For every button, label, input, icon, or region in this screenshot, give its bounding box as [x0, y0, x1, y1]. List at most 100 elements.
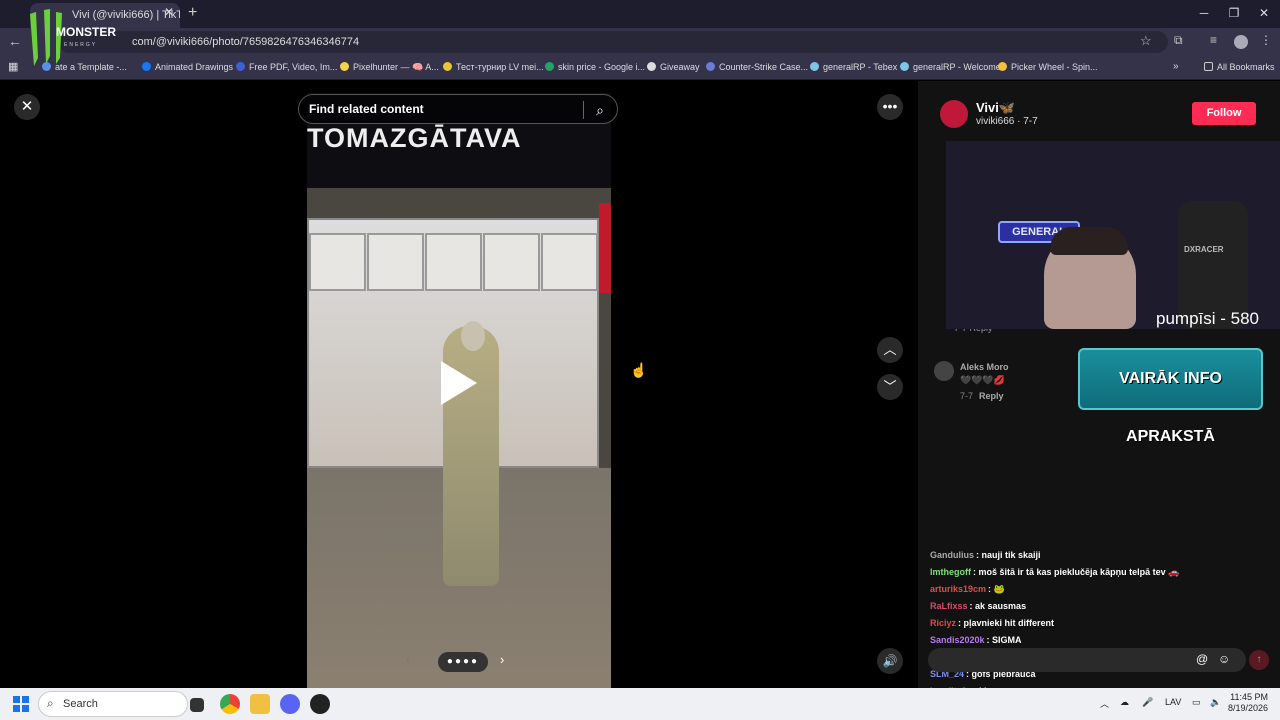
- mention-icon[interactable]: @: [1196, 652, 1208, 666]
- close-viewer-button[interactable]: ✕: [14, 94, 40, 120]
- bookmark-item[interactable]: generalRP - Tebex: [810, 62, 897, 72]
- all-bookmarks-link[interactable]: All Bookmarks: [1204, 62, 1275, 72]
- creator-name[interactable]: Vivi🦋: [976, 100, 1015, 116]
- clock-time: 11:45 PM: [1230, 692, 1268, 702]
- restore-icon[interactable]: ❐: [1224, 6, 1244, 20]
- system-clock[interactable]: 11:45 PM 8/19/2026: [1228, 692, 1268, 714]
- carousel-prev-icon[interactable]: ‹: [406, 652, 410, 667]
- bookmark-item[interactable]: Giveaway: [647, 62, 700, 72]
- chat-message: arturiks19cm: 🐸: [930, 584, 1005, 595]
- commenter-avatar[interactable]: [934, 361, 954, 381]
- bookmark-label: Free PDF, Video, Im...: [249, 62, 338, 72]
- bookmark-label: skin price - Google i...: [558, 62, 646, 72]
- pdf-icon: [236, 62, 245, 71]
- commenter-name[interactable]: Aleks Moro: [960, 362, 1009, 372]
- chrome-icon[interactable]: [220, 694, 240, 714]
- taskbar-search-label: Search: [63, 698, 98, 710]
- media-controls-icon[interactable]: ≡: [1210, 33, 1217, 47]
- chevron-down-icon[interactable]: ﹀: [877, 374, 903, 400]
- menu-kebab-icon[interactable]: ⋮: [1260, 33, 1272, 47]
- pixelhunter-icon: [340, 62, 349, 71]
- taskbar-search[interactable]: ⌕ Search: [38, 691, 188, 717]
- bookmark-item[interactable]: Picker Wheel - Spin...: [998, 62, 1098, 72]
- chair-brand: DXRACER: [1184, 245, 1224, 254]
- minimize-icon[interactable]: ─: [1194, 6, 1214, 20]
- bookmark-label: Picker Wheel - Spin...: [1011, 62, 1098, 72]
- volume-tray-icon[interactable]: 🔈: [1210, 697, 1221, 708]
- chat-username: RaLfixss: [930, 601, 968, 611]
- chat-message: lmthegoff: moš šitā ir tā kas pieklučēja…: [930, 567, 1179, 578]
- window-close-icon[interactable]: ✕: [1254, 6, 1274, 20]
- discord-icon[interactable]: [280, 694, 300, 714]
- bookmarks-overflow-icon[interactable]: »: [1173, 61, 1179, 72]
- cs-icon: [706, 62, 715, 71]
- extensions-icon[interactable]: ⧉: [1174, 33, 1183, 48]
- obs-icon[interactable]: [310, 694, 330, 714]
- photo-window-pane: [541, 233, 598, 291]
- tab-close-icon[interactable]: ✕: [164, 5, 174, 19]
- follow-button[interactable]: Follow: [1192, 102, 1256, 125]
- related-search-input[interactable]: [309, 102, 569, 116]
- play-icon[interactable]: [441, 361, 477, 405]
- comment-text: 🖤🖤🖤💋: [960, 375, 1005, 385]
- send-comment-icon[interactable]: ↑: [1249, 650, 1269, 670]
- new-tab-icon[interactable]: +: [188, 4, 197, 22]
- address-bar[interactable]: com/@viviki666/photo/7659826476346346774: [58, 31, 1168, 53]
- photo-person-head: [461, 321, 485, 351]
- bookmarks-bar: ▦ » All Bookmarks ate a Template -... Ani…: [0, 56, 1280, 80]
- giveaway-icon: [647, 62, 656, 71]
- photo-sign-text: TOMAZGĀTAVA: [307, 123, 522, 153]
- apps-grid-icon[interactable]: ▦: [8, 60, 18, 73]
- back-icon[interactable]: ←: [8, 33, 22, 49]
- volume-icon[interactable]: 🔊: [877, 648, 903, 674]
- carousel-next-icon[interactable]: ›: [500, 652, 504, 667]
- photo-window-pane: [309, 233, 366, 291]
- comment-input[interactable]: [938, 654, 1178, 664]
- bookmark-item[interactable]: generalRP - Welcome: [900, 62, 1001, 72]
- bookmark-item[interactable]: Counter-Strike Case...: [706, 62, 808, 72]
- wheel-icon: [998, 62, 1007, 71]
- bookmark-item[interactable]: skin price - Google i...: [545, 62, 645, 72]
- bookmark-label: generalRP - Tebex: [823, 62, 898, 72]
- bookmark-item[interactable]: Free PDF, Video, Im...: [236, 62, 337, 72]
- chevron-up-icon[interactable]: ︿: [877, 337, 903, 363]
- chat-text: moš šitā ir tā kas pieklučēja kāpņu telp…: [978, 567, 1180, 577]
- network-tray-icon[interactable]: ☁: [1120, 697, 1129, 708]
- chat-text: SIGMA: [992, 635, 1022, 645]
- photo-window-pane: [425, 233, 482, 291]
- windows-start-icon[interactable]: [13, 696, 29, 712]
- more-options-icon[interactable]: •••: [877, 94, 903, 120]
- profile-avatar-icon[interactable]: [1234, 35, 1248, 49]
- bookmark-item[interactable]: Тест-турнир LV mei...: [443, 62, 544, 72]
- photo-window-pane: [367, 233, 424, 291]
- display-tray-icon[interactable]: ▭: [1192, 697, 1201, 708]
- meta-icon: [142, 62, 151, 71]
- sheets-icon: [545, 62, 554, 71]
- pumpisi-counter: pumpīsi - 580: [1156, 309, 1259, 328]
- file-explorer-icon[interactable]: [250, 694, 270, 714]
- search-icon[interactable]: ⌕: [589, 99, 611, 121]
- toolbar: ← com/@viviki666/photo/76598264763463467…: [0, 28, 1280, 56]
- photo-red-panel: [599, 203, 611, 293]
- bookmark-item[interactable]: Pixelhunter — 🧠 A...: [340, 62, 439, 73]
- chat-text: nauji tik skaiji: [981, 550, 1041, 560]
- microphone-tray-icon[interactable]: 🎤: [1142, 697, 1153, 708]
- bookmark-label: Pixelhunter — 🧠 A...: [353, 62, 439, 72]
- bookmark-item[interactable]: Animated Drawings: [142, 62, 233, 72]
- bookmark-label: Counter-Strike Case...: [719, 62, 809, 72]
- creator-handle: viviki666 · 7-7: [976, 116, 1038, 127]
- reply-button[interactable]: Reply: [979, 391, 1004, 401]
- chat-message: Riciyz: pļavnieki hit different: [930, 618, 1054, 628]
- photo-slide[interactable]: TOMAZGĀTAVA: [307, 93, 611, 688]
- tebex-icon: [810, 62, 819, 71]
- language-indicator[interactable]: LAV: [1165, 697, 1181, 707]
- chat-username: Gandulius: [930, 550, 975, 560]
- emoji-icon[interactable]: ☺: [1218, 652, 1230, 666]
- webcam-overlay: GENERAL DXRACER pumpīsi - 580: [946, 141, 1280, 329]
- tab-strip: Vivi (@viviki666) | TikTok ✕ + ─ ❐ ✕: [0, 0, 1280, 28]
- creator-avatar[interactable]: [940, 100, 968, 128]
- tray-overflow-icon[interactable]: ︿: [1100, 697, 1109, 710]
- bookmark-star-icon[interactable]: ☆: [1140, 33, 1152, 49]
- chat-message: Gandulius: nauji tik skaiji: [930, 550, 1041, 560]
- task-view-icon[interactable]: [190, 698, 204, 712]
